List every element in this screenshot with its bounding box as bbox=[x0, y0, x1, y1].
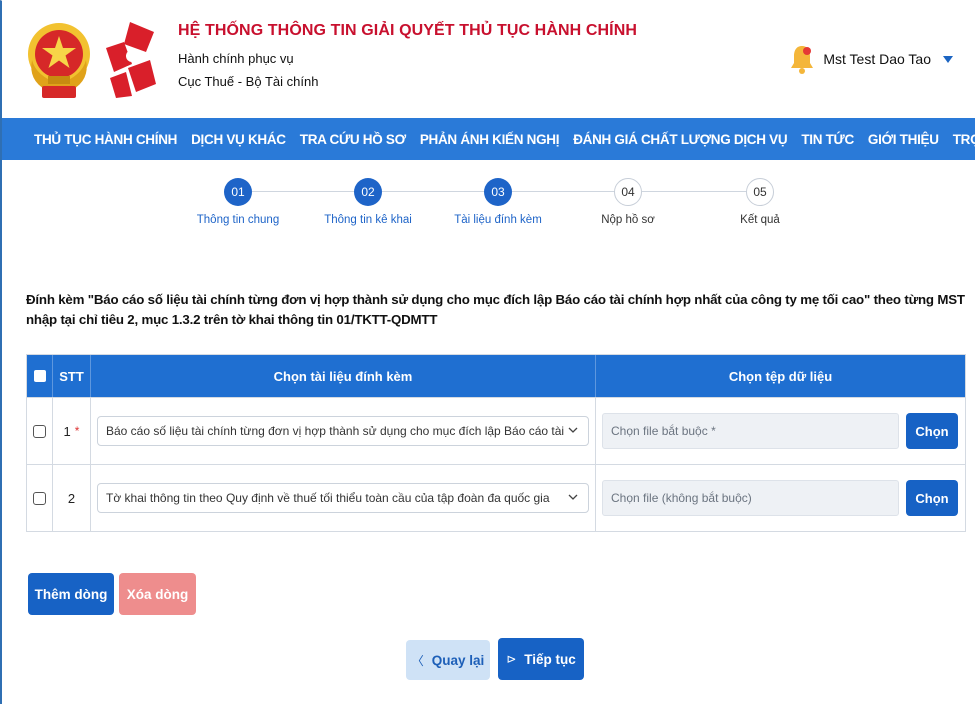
add-row-button[interactable]: Thêm dòng bbox=[28, 573, 114, 615]
nav-item-dich-vu-khac[interactable]: DỊCH VỤ KHÁC bbox=[191, 132, 286, 147]
step-number: 05 bbox=[746, 178, 774, 206]
main-nav: THỦ TỤC HÀNH CHÍNH DỊCH VỤ KHÁC TRA CỨU … bbox=[2, 118, 975, 160]
table-row: 1 * Báo cáo số liệu tài chính từng đơn v… bbox=[27, 397, 965, 464]
header-doc: Chọn tài liệu đính kèm bbox=[91, 355, 596, 397]
step-5: 05 Kết quả bbox=[700, 178, 820, 226]
header-stt: STT bbox=[53, 355, 91, 397]
row-checkbox[interactable] bbox=[33, 491, 46, 505]
step-number: 01 bbox=[224, 178, 252, 206]
agency-name: Cục Thuế - Bộ Tài chính bbox=[178, 74, 319, 89]
bell-icon[interactable] bbox=[789, 44, 815, 74]
step-1: 01 Thông tin chung bbox=[178, 178, 298, 226]
nav-item-tra-cuu-ho-so[interactable]: TRA CỨU HỒ SƠ bbox=[300, 132, 406, 147]
attachment-table: STT Chọn tài liệu đính kèm Chọn tệp dữ l… bbox=[26, 354, 966, 532]
document-select-value: Báo cáo số liệu tài chính từng đơn vị hợ… bbox=[106, 424, 566, 438]
nav-item-phan-anh-kien-nghi[interactable]: PHẢN ÁNH KIẾN NGHỊ bbox=[420, 132, 560, 147]
chevron-left-icon: 〈 bbox=[411, 653, 424, 668]
attachment-instruction: Đính kèm "Báo cáo số liệu tài chính từng… bbox=[26, 292, 965, 327]
chevron-down-icon bbox=[568, 427, 578, 433]
delete-row-button[interactable]: Xóa dòng bbox=[119, 573, 196, 615]
step-4: 04 Nộp hồ sơ bbox=[568, 178, 688, 226]
document-select[interactable]: Báo cáo số liệu tài chính từng đơn vị hợ… bbox=[97, 416, 589, 446]
step-number: 04 bbox=[614, 178, 642, 206]
row-select-cell bbox=[27, 465, 53, 531]
system-subtitle: Hành chính phục vụ bbox=[178, 51, 294, 66]
next-button[interactable]: ⊳ Tiếp tục bbox=[498, 638, 584, 680]
table-header: STT Chọn tài liệu đính kèm Chọn tệp dữ l… bbox=[27, 355, 965, 397]
back-button-label: Quay lại bbox=[431, 652, 485, 668]
progress-steps: 01 Thông tin chung 02 Thông tin kê khai … bbox=[0, 170, 975, 250]
chevron-down-icon[interactable] bbox=[943, 55, 953, 63]
step-label: Thông tin chung bbox=[196, 214, 280, 226]
stt-cell: 2 bbox=[53, 465, 91, 531]
nav-item-tro-giup[interactable]: TRỢ GIÚP bbox=[953, 132, 975, 147]
chevron-down-icon bbox=[568, 494, 578, 500]
nav-item-danh-gia-chat-luong[interactable]: ĐÁNH GIÁ CHẤT LƯỢNG DỊCH VỤ bbox=[573, 132, 787, 147]
nav-item-gioi-thieu[interactable]: GIỚI THIỆU bbox=[868, 132, 939, 147]
header-file: Chọn tệp dữ liệu bbox=[728, 368, 833, 384]
row-number: 2 bbox=[67, 490, 76, 506]
step-label: Thông tin kê khai bbox=[324, 214, 412, 226]
select-all-checkbox[interactable] bbox=[33, 370, 46, 382]
user-name[interactable]: Mst Test Dao Tao bbox=[823, 51, 931, 67]
national-emblem-logo bbox=[28, 23, 90, 98]
row-checkbox[interactable] bbox=[33, 424, 46, 438]
nav-item-tin-tuc[interactable]: TIN TỨC bbox=[801, 132, 854, 147]
step-number: 02 bbox=[354, 178, 382, 206]
stt-cell: 1 * bbox=[53, 398, 91, 464]
row-select-cell bbox=[27, 398, 53, 464]
doc-cell: Tờ khai thông tin theo Quy định về thuế … bbox=[91, 465, 596, 531]
step-label: Nộp hồ sơ bbox=[601, 214, 655, 226]
choose-file-button[interactable]: Chọn bbox=[906, 413, 958, 449]
choose-file-button[interactable]: Chọn bbox=[906, 480, 958, 516]
document-select-value: Tờ khai thông tin theo Quy định về thuế … bbox=[106, 491, 550, 505]
header-select-all bbox=[27, 355, 53, 397]
doc-cell: Báo cáo số liệu tài chính từng đơn vị hợ… bbox=[91, 398, 596, 464]
user-menu[interactable]: Mst Test Dao Tao bbox=[789, 44, 953, 74]
system-title: HỆ THỐNG THÔNG TIN GIẢI QUYẾT THỦ TỤC HÀ… bbox=[178, 22, 638, 39]
step-3: 03 Tài liệu đính kèm bbox=[438, 178, 558, 226]
site-header: HỆ THỐNG THÔNG TIN GIẢI QUYẾT THỦ TỤC HÀ… bbox=[2, 0, 975, 116]
skip-forward-icon: ⊳ bbox=[506, 652, 517, 666]
document-select[interactable]: Tờ khai thông tin theo Quy định về thuế … bbox=[97, 483, 589, 513]
next-button-label: Tiếp tục bbox=[524, 651, 576, 667]
administrative-service-logo bbox=[106, 22, 156, 98]
file-input[interactable]: Chọn file bắt buộc * bbox=[602, 413, 899, 449]
nav-item-thu-tuc-hanh-chinh[interactable]: THỦ TỤC HÀNH CHÍNH bbox=[34, 132, 177, 147]
back-button[interactable]: 〈 Quay lại bbox=[406, 640, 490, 680]
row-number: 1 bbox=[63, 423, 71, 439]
file-input[interactable]: Chọn file (không bắt buộc) bbox=[602, 480, 899, 516]
step-label: Tài liệu đính kèm bbox=[454, 214, 542, 226]
step-2: 02 Thông tin kê khai bbox=[308, 178, 428, 226]
required-mark: * bbox=[74, 424, 80, 438]
step-number: 03 bbox=[484, 178, 512, 206]
step-label: Kết quả bbox=[740, 214, 780, 226]
table-row: 2 Tờ khai thông tin theo Quy định về thu… bbox=[27, 464, 965, 531]
file-cell: Chọn file bắt buộc * Chọn bbox=[596, 398, 965, 464]
file-cell: Chọn file (không bắt buộc) Chọn bbox=[596, 465, 965, 531]
